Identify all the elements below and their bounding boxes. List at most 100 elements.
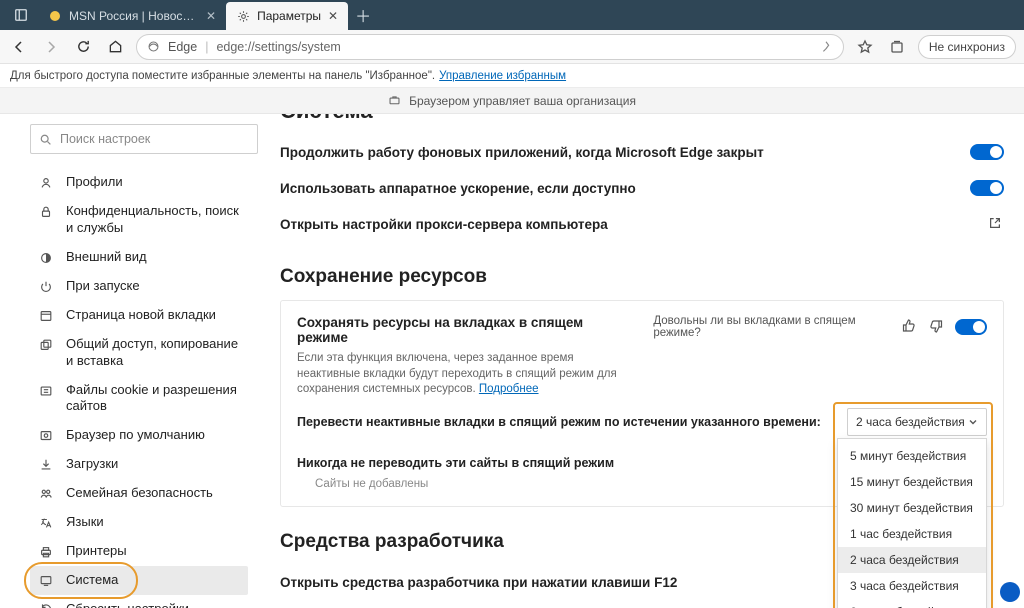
new-tab-button[interactable]: ＋ <box>348 0 378 30</box>
dropdown-option[interactable]: 15 минут бездействия <box>838 469 986 495</box>
tab-actions-icon[interactable] <box>4 0 38 30</box>
home-icon[interactable] <box>104 36 126 58</box>
tab-title: Параметры <box>257 9 321 23</box>
sidebar-item-label: Конфиденциальность, поиск и службы <box>66 203 240 237</box>
feedback-bubble-icon[interactable] <box>1000 582 1020 602</box>
search-input[interactable]: Поиск настроек <box>30 124 258 154</box>
address-separator: | <box>205 40 208 54</box>
msn-favicon-icon <box>48 9 62 23</box>
dropdown-option[interactable]: 2 часа бездействия <box>838 547 986 573</box>
thumbs-up-icon[interactable] <box>901 318 918 336</box>
toggle-hw-accel[interactable] <box>970 180 1004 196</box>
system-icon <box>38 573 54 589</box>
sidebar-item-label: При запуске <box>66 278 140 295</box>
org-banner-text: Браузером управляет ваша организация <box>409 94 636 108</box>
settings-content: Система Продолжить работу фоновых прилож… <box>280 114 1024 608</box>
favorites-hint-bar: Для быстрого доступа поместите избранные… <box>0 64 1024 88</box>
dropdown-selected-value: 2 часа бездействия <box>856 415 965 429</box>
sleep-timeout-menu: 5 минут бездействия 15 минут бездействия… <box>837 438 987 608</box>
card-description: Если эта функция включена, через заданно… <box>297 351 637 398</box>
external-link-icon <box>988 216 1004 232</box>
power-icon <box>38 279 54 295</box>
feedback-question: Довольны ли вы вкладками в спящем режиме… <box>653 315 891 339</box>
setting-bg-apps: Продолжить работу фоновых приложений, ко… <box>280 134 1004 170</box>
profile-icon <box>38 175 54 191</box>
newtab-icon <box>38 308 54 324</box>
chevron-down-icon <box>968 417 978 427</box>
sync-button[interactable]: Не синхрониз <box>918 35 1016 59</box>
tab-msn[interactable]: MSN Россия | Новости, фото, п ✕ <box>38 2 226 30</box>
card-title: Сохранять ресурсы на вкладках в спящем р… <box>297 315 637 345</box>
close-icon[interactable]: ✕ <box>206 9 216 23</box>
sidebar-item-default-browser[interactable]: Браузер по умолчанию <box>30 421 248 450</box>
dropdown-option[interactable]: 3 часа бездействия <box>838 573 986 599</box>
sidebar-item-newtab[interactable]: Страница новой вкладки <box>30 301 248 330</box>
learn-more-link[interactable]: Подробнее <box>479 383 539 395</box>
gear-icon <box>236 9 250 23</box>
permissions-icon <box>38 383 54 399</box>
favorites-manage-link[interactable]: Управление избранным <box>439 70 566 82</box>
sidebar-item-profiles[interactable]: Профили <box>30 168 248 197</box>
sidebar-item-privacy[interactable]: Конфиденциальность, поиск и службы <box>30 197 248 243</box>
address-bar[interactable]: Edge | edge://settings/system <box>136 34 844 60</box>
sidebar-item-label: Страница новой вкладки <box>66 307 216 324</box>
dropdown-option[interactable]: 6 часов бездействия <box>838 599 986 608</box>
card-desc-text: Если эта функция включена, через заданно… <box>297 352 617 395</box>
collections-icon[interactable] <box>886 36 908 58</box>
sidebar-item-system[interactable]: Система <box>30 566 248 595</box>
dropdown-option[interactable]: 1 час бездействия <box>838 521 986 547</box>
sidebar-item-label: Загрузки <box>66 456 118 473</box>
reload-icon[interactable] <box>72 36 94 58</box>
sidebar-item-label: Принтеры <box>66 543 127 560</box>
sidebar-item-printers[interactable]: Принтеры <box>30 537 248 566</box>
reset-icon <box>38 602 54 608</box>
tab-settings[interactable]: Параметры ✕ <box>226 2 348 30</box>
never-sleep-label: Никогда не переводить эти сайты в спящий… <box>297 456 614 470</box>
printer-icon <box>38 544 54 560</box>
sidebar-item-cookies[interactable]: Файлы cookie и разрешения сайтов <box>30 376 248 422</box>
sidebar-item-label: Общий доступ, копирование и вставка <box>66 336 240 370</box>
org-banner: Браузером управляет ваша организация <box>0 88 1024 114</box>
briefcase-icon <box>388 94 401 107</box>
favorites-icon[interactable] <box>854 36 876 58</box>
setting-hw-accel: Использовать аппаратное ускорение, если … <box>280 170 1004 206</box>
sleep-timeout-dropdown[interactable]: 2 часа бездействия <box>847 408 987 436</box>
sidebar-item-reset[interactable]: Сбросить настройки <box>30 595 248 608</box>
sidebar-item-onstartup[interactable]: При запуске <box>30 272 248 301</box>
dropdown-option[interactable]: 30 минут бездействия <box>838 495 986 521</box>
back-icon[interactable] <box>8 36 30 58</box>
sidebar-item-label: Файлы cookie и разрешения сайтов <box>66 382 240 416</box>
setting-label: Открыть настройки прокси-сервера компьют… <box>280 217 608 232</box>
toggle-sleeping-tabs[interactable] <box>955 319 987 335</box>
toggle-bg-apps[interactable] <box>970 144 1004 160</box>
setting-label: Использовать аппаратное ускорение, если … <box>280 181 636 196</box>
download-icon <box>38 457 54 473</box>
sidebar-item-languages[interactable]: Языки <box>30 508 248 537</box>
sidebar-item-share[interactable]: Общий доступ, копирование и вставка <box>30 330 248 376</box>
tab-strip: MSN Россия | Новости, фото, п ✕ Параметр… <box>0 0 1024 30</box>
appearance-icon <box>38 250 54 266</box>
sidebar-item-family[interactable]: Семейная безопасность <box>30 479 248 508</box>
sidebar-item-label: Профили <box>66 174 123 191</box>
close-icon[interactable]: ✕ <box>328 9 338 23</box>
setting-label: Продолжить работу фоновых приложений, ко… <box>280 145 764 160</box>
setting-proxy[interactable]: Открыть настройки прокси-сервера компьют… <box>280 206 1004 242</box>
sidebar-item-label: Браузер по умолчанию <box>66 427 205 444</box>
browser-icon <box>38 428 54 444</box>
tab-title: MSN Россия | Новости, фото, п <box>69 9 199 23</box>
sidebar-item-downloads[interactable]: Загрузки <box>30 450 248 479</box>
thumbs-down-icon[interactable] <box>928 318 945 336</box>
family-icon <box>38 486 54 502</box>
sidebar-item-label: Система <box>66 572 118 589</box>
sleeping-tabs-card: Сохранять ресурсы на вкладках в спящем р… <box>280 300 1004 507</box>
sidebar-item-appearance[interactable]: Внешний вид <box>30 243 248 272</box>
search-placeholder: Поиск настроек <box>60 132 150 146</box>
forward-icon[interactable] <box>40 36 62 58</box>
favorites-hint-text: Для быстрого доступа поместите избранные… <box>10 70 435 82</box>
sidebar-item-label: Семейная безопасность <box>66 485 213 502</box>
sidebar-item-label: Внешний вид <box>66 249 147 266</box>
read-aloud-icon[interactable] <box>819 40 833 54</box>
section-title-system: Система <box>280 114 1004 124</box>
dropdown-option[interactable]: 5 минут бездействия <box>838 443 986 469</box>
sidebar-item-label: Языки <box>66 514 104 531</box>
